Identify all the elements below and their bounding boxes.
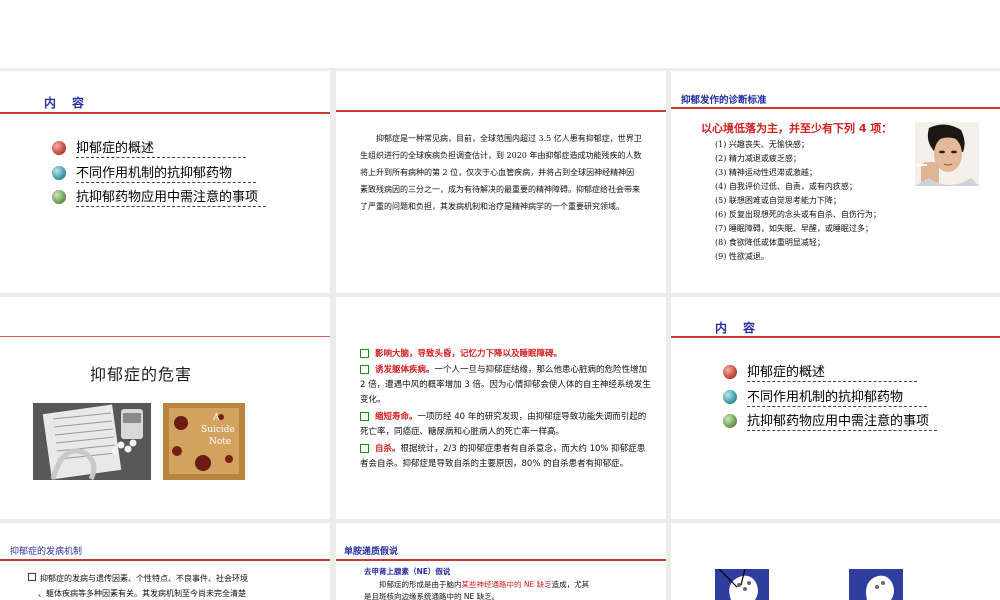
harm-heading: 诱发躯体疾病。	[375, 365, 435, 375]
menu-item-notes[interactable]: 抗抑郁药物应用中需注意的事项	[723, 410, 937, 431]
ne-hypothesis-line: 抑郁症的形成是由于脑内某些神经通路中的 NE 缺乏造成，尤其	[364, 579, 589, 590]
title-rule	[0, 112, 330, 114]
green-ball-icon	[52, 189, 66, 204]
criteria-item: (3) 精神运动性迟滞或激越；	[715, 168, 817, 177]
teal-ball-icon	[723, 389, 737, 404]
menu-item-label: 不同作用机制的抗抑郁药物	[747, 386, 927, 407]
title-rule	[671, 107, 1000, 109]
square-bullet-icon	[360, 365, 369, 374]
criteria-item: (4) 自我评价过低、自责，或有内疚感；	[715, 182, 857, 191]
harm-item: 自杀。根据统计，2/3 的抑郁症患者有自杀意念，而大约 10% 抑郁症患者会自杀…	[360, 442, 652, 472]
red-ball-icon	[723, 364, 737, 379]
title-rule	[671, 336, 1000, 338]
slide-title: 抑郁发作的诊断标准	[681, 95, 767, 106]
menu-item-label: 不同作用机制的抗抑郁药物	[76, 162, 256, 183]
pathogenesis-text: 抑郁症的发病与遗传因素、个性特点、不良事件、社会环境	[40, 574, 248, 583]
neuron-diagram-right	[849, 569, 903, 600]
teal-ball-icon	[52, 165, 66, 180]
menu-item-label: 抑郁症的概述	[747, 361, 917, 382]
note-text: Note	[209, 437, 232, 447]
harm-text: 根据统计，2/3 的抑郁症患者有自杀意念，而大约 10% 抑郁症患者会自杀。抑郁…	[360, 444, 646, 469]
ne-text: 造成，尤其	[551, 580, 590, 589]
title-rule	[336, 110, 666, 112]
harm-item: 缩短寿命。一项历经 40 年的研究发现，由抑郁症导致功能失调而引起的死亡率，同癌…	[360, 410, 652, 440]
slide-title: 抑郁症的发病机制	[10, 547, 83, 557]
neuron-diagram-left	[715, 568, 769, 600]
criteria-subtitle: 以心境低落为主，并至少有下列 4 项：	[701, 122, 893, 135]
red-ball-icon	[52, 140, 66, 155]
slide-contents-2[interactable]: 内 容 抑郁症的概述 不同作用机制的抗抑郁药物 抗抑郁药物应用中需注意的事项	[671, 297, 1000, 519]
criteria-item: (7) 睡眠障碍，如失眠、早醒，或睡眠过多；	[715, 224, 873, 233]
slide-diagnostic-criteria[interactable]: 抑郁发作的诊断标准 以心境低落为主，并至少有下列 4 项： (1) 兴趣丧失、无…	[671, 71, 1000, 293]
suicide-note-photo: A Suicide Note	[163, 403, 245, 480]
title-rule	[0, 559, 330, 561]
square-bullet-icon	[360, 412, 369, 421]
noose-pills-photo	[33, 403, 151, 481]
criteria-list: (1) 兴趣丧失、无愉快感； (2) 精力减退或疲乏感； (3) 精神运动性迟滞…	[715, 138, 881, 264]
green-ball-icon	[723, 413, 737, 428]
intro-paragraph: 抑郁症是一种常见病，目前，全球范围内超过 3.5 亿人患有抑郁症，世界卫生组织进…	[360, 134, 642, 211]
criteria-item: (6) 反复出现想死的念头或有自杀、自伤行为；	[715, 210, 881, 219]
harm-item: 影响大脑，导致头昏，记忆力下降以及睡眠障碍。	[360, 347, 652, 362]
slide-neuron-diagrams[interactable]	[671, 523, 1000, 600]
slide-title: 内 容	[715, 321, 758, 335]
menu-item-overview[interactable]: 抑郁症的概述	[723, 361, 917, 382]
top-blank-area	[0, 0, 1000, 68]
title-rule	[0, 336, 330, 337]
square-bullet-icon	[360, 349, 369, 358]
menu-item-notes[interactable]: 抗抑郁药物应用中需注意的事项	[52, 186, 266, 207]
ne-hypothesis-line-2: 是且斑核向边缘系统通路中的 NE 缺乏。	[364, 592, 500, 600]
note-text: Suicide	[201, 425, 235, 435]
ne-hypothesis-heading: 去甲肾上腺素（NE）假说	[364, 567, 451, 576]
square-bullet-icon	[360, 444, 369, 453]
menu-item-label: 抗抑郁药物应用中需注意的事项	[747, 410, 937, 431]
man-smoking-photo	[915, 122, 979, 186]
slide-harm-details[interactable]: 影响大脑，导致头昏，记忆力下降以及睡眠障碍。 诱发躯体疾病。一个人一旦与抑郁症结…	[336, 297, 666, 519]
menu-item-label: 抑郁症的概述	[76, 137, 246, 158]
criteria-item: (9) 性欲减退。	[715, 252, 769, 261]
ne-text: 抑郁症的形成是由于脑内	[364, 580, 462, 589]
slide-intro-paragraph[interactable]: 抑郁症是一种常见病，目前，全球范围内超过 3.5 亿人患有抑郁症，世界卫生组织进…	[336, 71, 666, 293]
menu-item-label: 抗抑郁药物应用中需注意的事项	[76, 186, 266, 207]
title-rule	[336, 559, 666, 561]
ne-text-emphasis: 某些神经通路中的 NE 缺乏	[461, 580, 552, 589]
slide-contents-1[interactable]: 内 容 抑郁症的概述 不同作用机制的抗抑郁药物 抗抑郁药物应用中需注意的事项	[0, 71, 330, 293]
criteria-item: (1) 兴趣丧失、无愉快感；	[715, 140, 809, 149]
harm-heading: 自杀。	[375, 444, 401, 454]
slide-title: 内 容	[44, 96, 87, 110]
menu-item-drugs[interactable]: 不同作用机制的抗抑郁药物	[52, 162, 256, 183]
pathogenesis-line: 抑郁症的发病与遗传因素、个性特点、不良事件、社会环境	[28, 573, 248, 584]
criteria-item: (2) 精力减退或疲乏感；	[715, 154, 801, 163]
harm-item: 诱发躯体疾病。一个人一旦与抑郁症结缘，那么他患心脏病的危险性增加 2 倍，遭遇中…	[360, 363, 652, 408]
slide-harm-title[interactable]: 抑郁症的危害 A Suicide Note	[0, 297, 330, 519]
menu-item-drugs[interactable]: 不同作用机制的抗抑郁药物	[723, 386, 927, 407]
square-bullet-icon	[28, 573, 36, 581]
menu-item-overview[interactable]: 抑郁症的概述	[52, 137, 246, 158]
slide-title: 抑郁症的危害	[90, 365, 193, 384]
criteria-item: (8) 食欲降低或体重明显减轻；	[715, 238, 825, 247]
harm-heading: 影响大脑，导致头昏，记忆力下降以及睡眠障碍。	[375, 349, 563, 359]
note-text: A	[213, 413, 220, 423]
slide-pathogenesis[interactable]: 抑郁症的发病机制 抑郁症的发病与遗传因素、个性特点、不良事件、社会环境 、躯体疾…	[0, 523, 330, 600]
criteria-item: (5) 联想困难或自觉思考能力下降；	[715, 196, 841, 205]
pathogenesis-line-2: 、躯体疾病等多种因素有关。其发病机制至今尚未完全清楚	[38, 589, 246, 598]
slide-title: 单胺递质假说	[344, 547, 399, 557]
harm-heading: 缩短寿命。	[375, 412, 418, 422]
slide-monoamine-hypothesis[interactable]: 单胺递质假说 去甲肾上腺素（NE）假说 抑郁症的形成是由于脑内某些神经通路中的 …	[336, 523, 666, 600]
